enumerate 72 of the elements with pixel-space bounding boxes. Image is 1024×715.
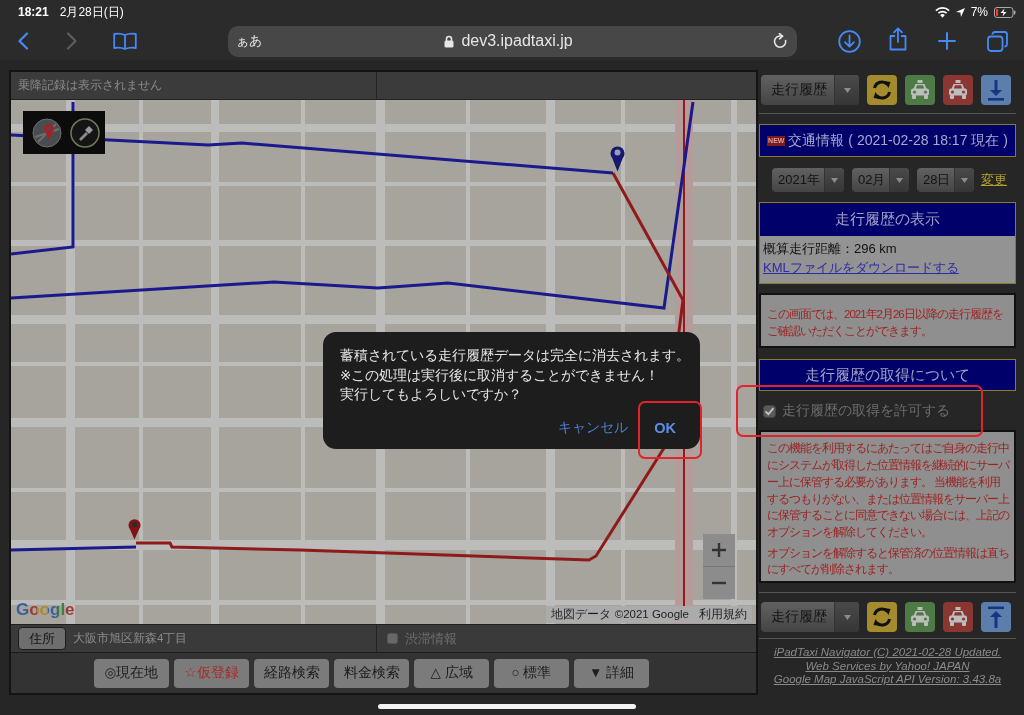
share-icon[interactable]	[889, 27, 907, 51]
dropdown-arrow-icon	[843, 87, 851, 93]
map-action-button[interactable]: ◎現在地	[94, 658, 169, 688]
dialog-text: 蓄積されている走行履歴データは完全に消去されます。	[340, 347, 690, 365]
view-select[interactable]: 走行履歴	[761, 75, 859, 105]
section-header: 走行履歴の表示	[760, 203, 1015, 236]
dropdown-arrow-icon	[831, 177, 838, 183]
book-icon[interactable]	[113, 32, 137, 50]
year-select[interactable]: 2021年	[772, 168, 844, 192]
taxi-icon[interactable]	[943, 602, 973, 633]
checkbox[interactable]	[763, 404, 776, 418]
map-action-button[interactable]: ○ 標準	[494, 658, 569, 688]
lock-icon	[444, 34, 455, 48]
dropdown-arrow-icon	[896, 177, 903, 183]
reload-icon[interactable]	[773, 33, 788, 49]
map-action-button[interactable]: △ 広域	[414, 658, 489, 688]
address-text: 大阪市旭区新森4丁目	[73, 631, 188, 646]
map-attribution: 地図データ ©2021 Google	[551, 607, 689, 622]
cancel-button[interactable]: キャンセル	[548, 412, 639, 443]
day-select[interactable]: 28日	[917, 168, 974, 192]
map-pin-icon	[610, 145, 625, 172]
zoom-in-button[interactable]	[703, 534, 735, 566]
notice-text: この機能を利用するにあたってはご自身の走行中にシステムが取得した位置情報を継続的にサーバー上に保管する必要があります。 当機能を利用するつもりがない、または位置情報をサーバー上に保管することに同意できない場合には、上記のオプションを解除してください。	[767, 441, 1011, 540]
text-size-button[interactable]: ぁあ	[236, 32, 262, 50]
location-arrow-icon	[955, 7, 965, 17]
footer-link[interactable]: iPadTaxi Navigator (C) 2021-02-28 Updated.	[773, 646, 1002, 660]
notice-text: この画面では、2021年2月26日以降の走行履歴をご確認いただくことができます。	[767, 307, 1004, 339]
map-pin-icon[interactable]	[32, 117, 62, 148]
taxi-icon[interactable]	[943, 75, 973, 105]
plus-icon	[711, 542, 727, 558]
dropdown-arrow-icon	[843, 614, 851, 620]
footer-link[interactable]: Google Map JavaScript API Version: 3.43.8a	[773, 673, 1002, 687]
dropdown-arrow-icon	[961, 177, 968, 183]
map-pin-icon	[128, 518, 141, 540]
taxi-icon[interactable]	[905, 602, 935, 633]
taxi-icon[interactable]	[905, 75, 935, 105]
plus-icon[interactable]	[938, 32, 956, 50]
refresh-icon[interactable]	[867, 602, 897, 633]
zoom-out-button[interactable]	[703, 567, 735, 599]
battery-percent: 7%	[970, 5, 988, 19]
kml-download-link[interactable]: KMLファイルをダウンロードする	[763, 260, 959, 275]
address-button[interactable]: 住所	[18, 627, 66, 650]
distance-text: 概算走行距離：296 km	[763, 240, 898, 258]
month-select[interactable]: 02月	[852, 168, 909, 192]
flashlight-icon[interactable]	[70, 117, 100, 148]
notice-text: オプションを解除すると保管済の位置情報は直ちにすべてが削除されます。	[767, 545, 1010, 578]
change-link[interactable]: 変更	[981, 171, 1007, 189]
checkbox-label: 走行履歴の取得を許可する	[782, 402, 950, 421]
map-action-button[interactable]: ▼ 詳細	[574, 658, 649, 688]
refresh-icon[interactable]	[867, 75, 897, 105]
section-header: 走行履歴の取得について	[759, 359, 1016, 392]
notice-text: 乗降記録は表示されません	[18, 77, 162, 94]
back-chevron-icon[interactable]	[17, 32, 29, 50]
dialog-text: 実行してもよろしいですか？	[340, 386, 522, 404]
battery-icon	[994, 6, 1016, 18]
view-select[interactable]: 走行履歴	[761, 602, 859, 633]
checkbox[interactable]	[387, 633, 398, 644]
download-icon[interactable]	[838, 29, 861, 53]
clock-time: 18:21	[18, 5, 49, 19]
upload-icon[interactable]	[981, 602, 1011, 633]
map-action-button[interactable]: 経路検索	[254, 658, 329, 688]
dialog-text: ※この処理は実行後に取消することができません！	[340, 366, 660, 385]
tabs-icon[interactable]	[987, 30, 1008, 52]
footer-link[interactable]: Web Services by Yahoo! JAPAN	[805, 659, 970, 674]
ok-button[interactable]: OK	[644, 413, 686, 442]
wifi-icon	[934, 6, 950, 18]
date-text: 2月28日(日)	[59, 3, 124, 21]
download-icon[interactable]	[981, 75, 1011, 105]
address-field[interactable]: ぁあ dev3.ipadtaxi.jp	[228, 25, 797, 57]
map-action-button[interactable]: 料金検索	[334, 658, 409, 688]
terms-link[interactable]: 利用規約	[699, 607, 747, 622]
url-text: dev3.ipadtaxi.jp	[461, 32, 573, 50]
